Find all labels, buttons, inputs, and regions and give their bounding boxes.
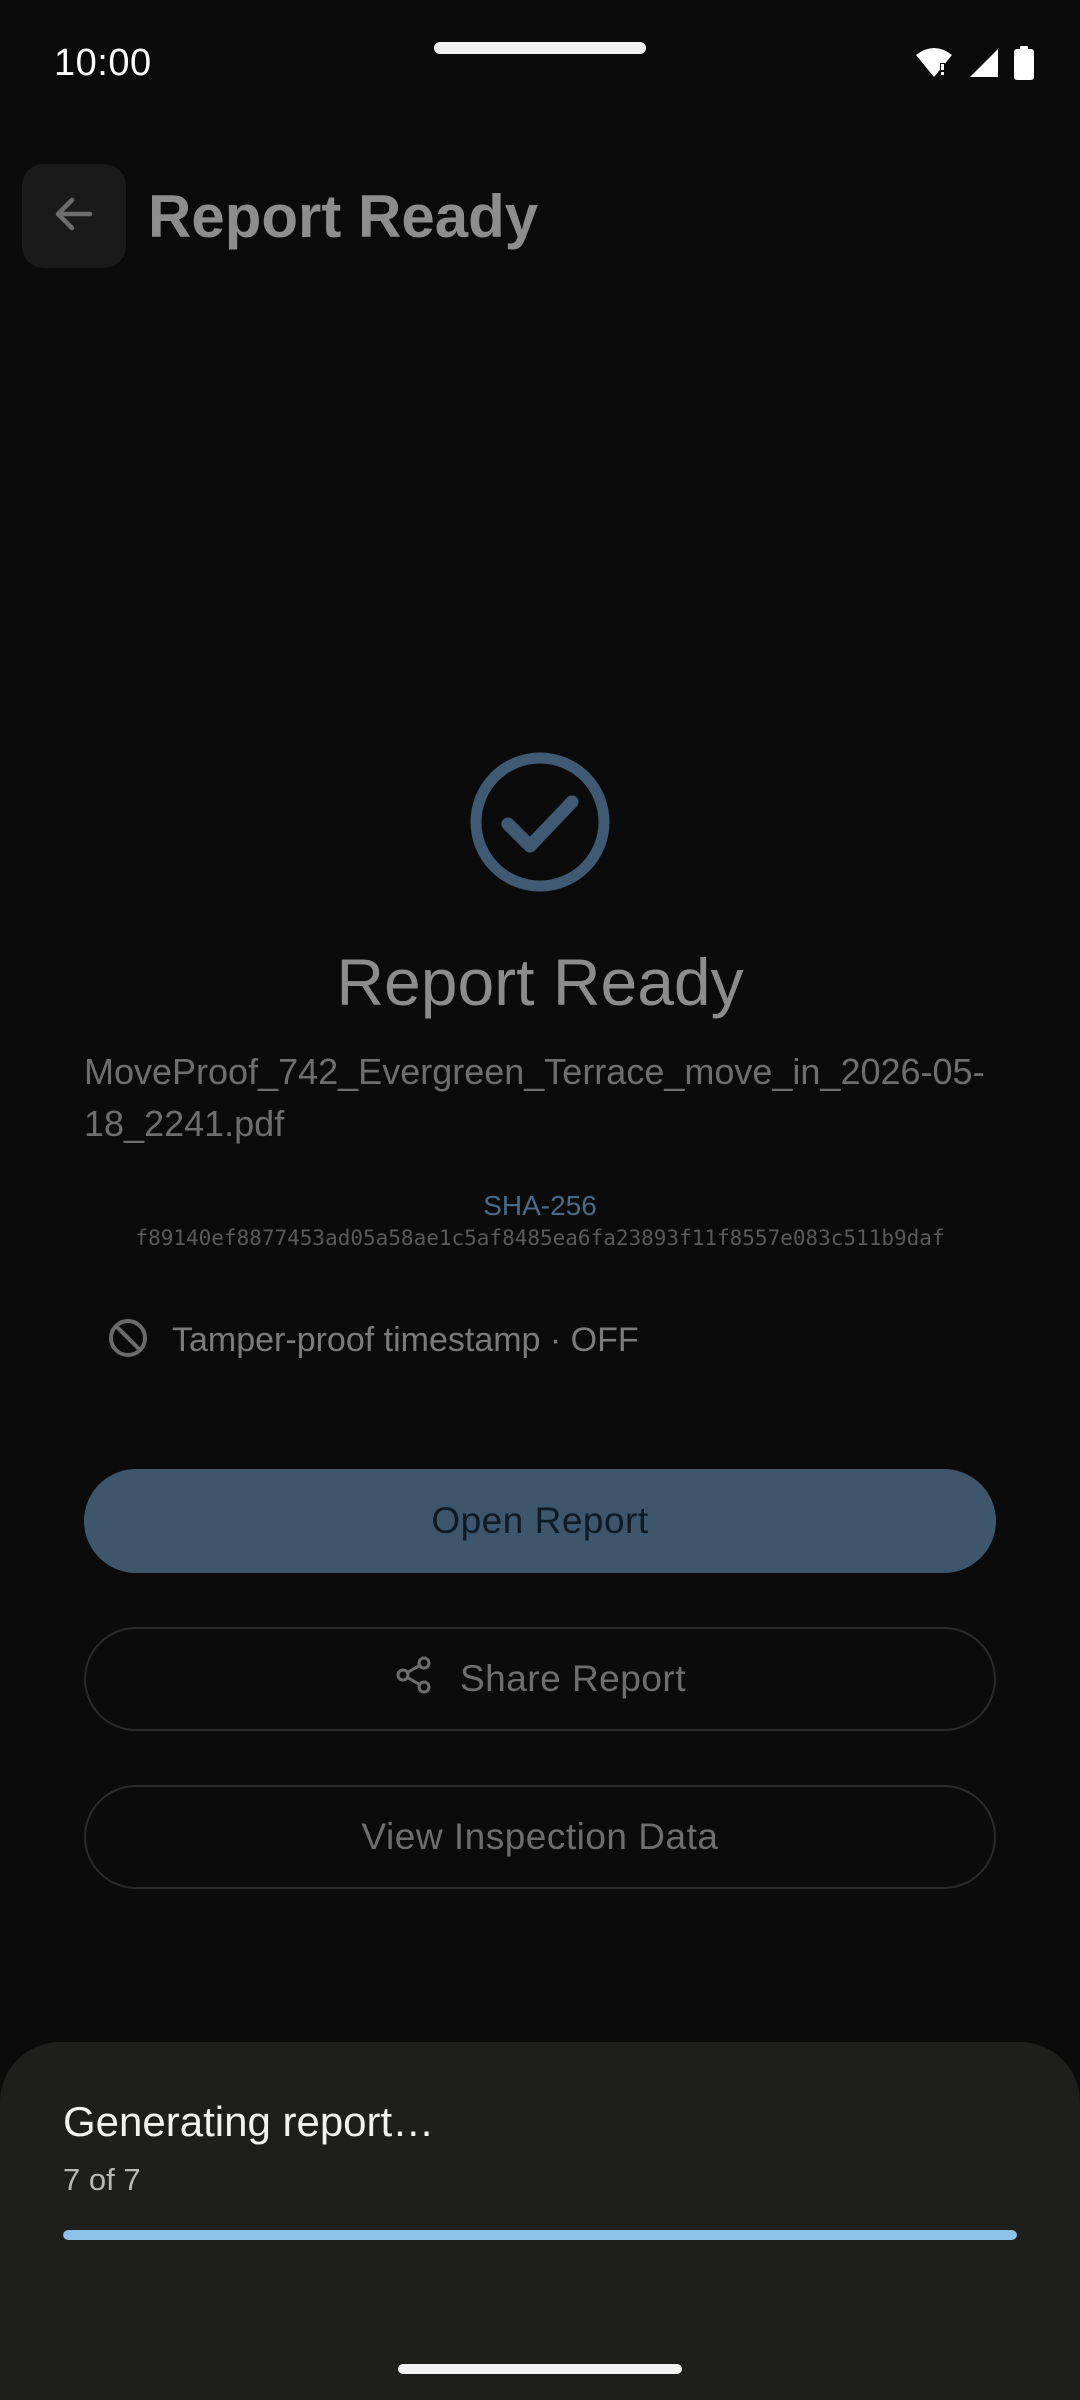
report-title: Report Ready — [336, 945, 744, 1019]
hash-label: SHA-256 — [483, 1190, 597, 1221]
open-report-label: Open Report — [431, 1500, 649, 1541]
status-time: 10:00 — [54, 42, 152, 84]
back-button[interactable] — [22, 164, 126, 268]
share-icon — [394, 1655, 434, 1704]
share-report-content: Share Report — [394, 1655, 686, 1704]
top-pill — [434, 42, 646, 54]
check-circle-icon — [468, 750, 612, 894]
share-report-button[interactable]: Share Report — [84, 1627, 996, 1731]
status-icons — [914, 46, 1034, 85]
progress-bottom-sheet: Generating report… 7 of 7 — [0, 2042, 1080, 2400]
block-icon — [106, 1316, 150, 1365]
progress-title: Generating report… — [63, 2098, 435, 2145]
progress-count: 7 of 7 — [63, 2162, 141, 2197]
tamper-proof-status: Tamper-proof timestamp · OFF — [106, 1316, 639, 1365]
battery-icon — [1014, 46, 1034, 85]
view-inspection-data-button[interactable]: View Inspection Data — [84, 1785, 996, 1889]
wifi-icon — [914, 47, 954, 84]
signal-icon — [968, 47, 1000, 84]
open-report-button[interactable]: Open Report — [84, 1469, 996, 1573]
progress-bar — [63, 2230, 1017, 2240]
status-bar: 10:00 — [0, 0, 1080, 130]
progress-fill — [63, 2230, 1017, 2240]
share-report-label: Share Report — [459, 1658, 687, 1699]
home-indicator[interactable] — [398, 2364, 682, 2374]
report-ready-screen: 10:00 Report Ready Report Ready MoveProo… — [0, 0, 1080, 2400]
report-filename: MoveProof_742_Evergreen_Terrace_move_in_… — [84, 1051, 985, 1144]
hash-value: f89140ef8877453ad05a58ae1c5af8485ea6fa23… — [135, 1226, 945, 1250]
app-bar-title: Report Ready — [148, 183, 539, 250]
arrow-back-icon — [50, 190, 98, 243]
top-app-bar: Report Ready — [0, 160, 1080, 270]
tamper-proof-text: Tamper-proof timestamp · OFF — [172, 1321, 639, 1359]
view-inspection-data-label: View Inspection Data — [361, 1816, 719, 1857]
